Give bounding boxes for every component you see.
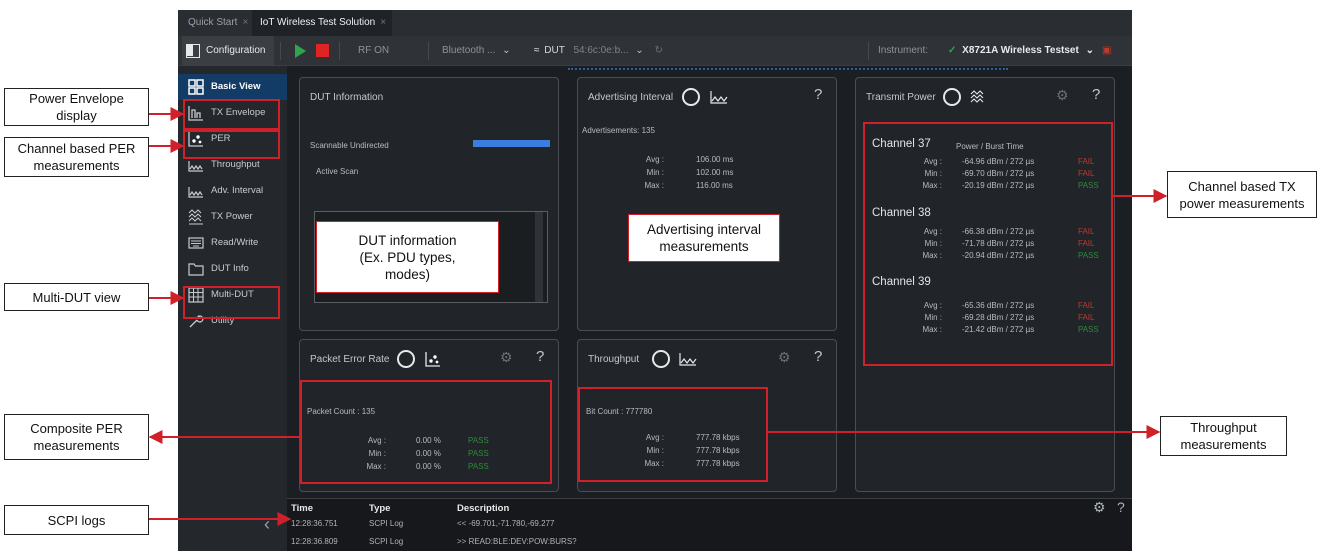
annotation-arrows bbox=[148, 107, 1168, 526]
